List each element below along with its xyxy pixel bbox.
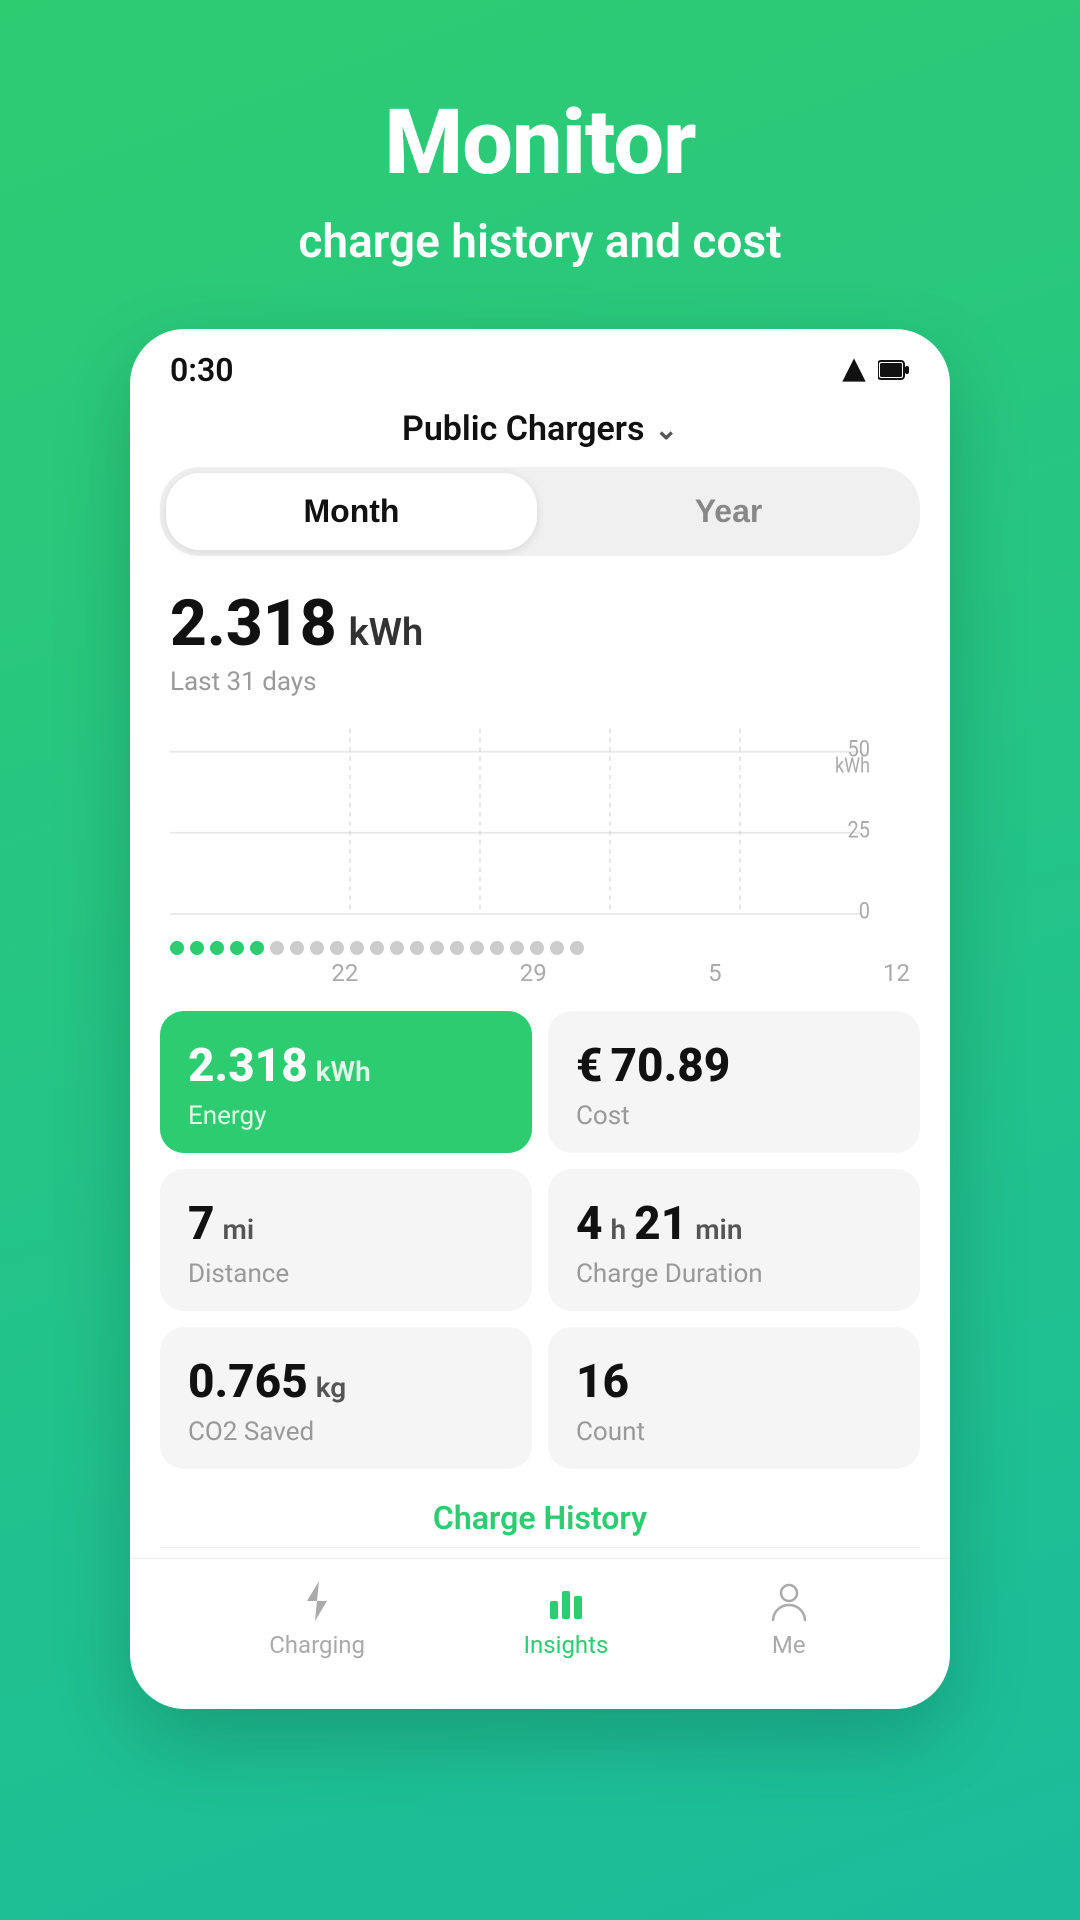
chart-x-label-5: 5 <box>708 959 722 987</box>
duration-stat-unit: h <box>611 1213 627 1246</box>
energy-stat-unit: kWh <box>316 1055 371 1088</box>
chart-x-label-12: 12 <box>883 959 910 987</box>
energy-subtitle: Last 31 days <box>170 667 910 697</box>
energy-number: 2.318 <box>170 586 337 661</box>
hero-title: Monitor <box>384 90 695 195</box>
duration-stat-label: Charge Duration <box>576 1259 892 1289</box>
dot <box>490 941 504 955</box>
co2-stat-number: 0.765 <box>188 1355 308 1409</box>
energy-value: 2.318 kWh <box>170 586 910 661</box>
dot <box>310 941 324 955</box>
duration-stat-unit2: min <box>695 1213 742 1246</box>
count-stat-label: Count <box>576 1417 892 1447</box>
dot <box>190 941 204 955</box>
status-bar: 0:30 <box>130 329 950 399</box>
nav-label-me: Me <box>772 1631 806 1659</box>
dot <box>170 941 184 955</box>
svg-text:0: 0 <box>859 898 870 925</box>
dot <box>550 941 564 955</box>
energy-unit: kWh <box>349 611 424 655</box>
co2-stat-unit: kg <box>316 1371 346 1404</box>
bottom-nav: Charging Insights Me <box>130 1558 950 1689</box>
charger-selector[interactable]: Public Chargers ⌄ <box>130 399 950 467</box>
person-icon <box>767 1579 811 1623</box>
chevron-down-icon: ⌄ <box>655 413 678 446</box>
co2-stat-label: CO2 Saved <box>188 1417 504 1447</box>
charger-label: Public Chargers <box>402 409 645 449</box>
svg-text:25: 25 <box>848 817 870 844</box>
dot <box>470 941 484 955</box>
distance-stat-number: 7 <box>188 1197 215 1251</box>
status-time: 0:30 <box>170 351 234 389</box>
chart-x-label-22: 22 <box>331 959 358 987</box>
energy-stat-label: Energy <box>188 1101 504 1131</box>
dot <box>450 941 464 955</box>
stat-value-row: € 70.89 <box>576 1039 892 1093</box>
dot <box>370 941 384 955</box>
stat-card-cost[interactable]: € 70.89 Cost <box>548 1011 920 1153</box>
chart-area: 50 kWh 25 0 <box>170 717 910 937</box>
dot <box>390 941 404 955</box>
count-stat-number: 16 <box>576 1355 629 1409</box>
dot <box>270 941 284 955</box>
stat-value-row: 4 h 21 min <box>576 1197 892 1251</box>
cost-stat-number: 70.89 <box>611 1039 731 1093</box>
chart-x-labels: 22 29 5 12 <box>130 955 950 987</box>
chart-dots-row <box>130 941 950 955</box>
stat-card-count[interactable]: 16 Count <box>548 1327 920 1469</box>
tab-month[interactable]: Month <box>166 473 537 550</box>
nav-label-charging: Charging <box>269 1631 365 1659</box>
bolt-icon <box>295 1579 339 1623</box>
battery-icon <box>878 356 910 384</box>
dot <box>290 941 304 955</box>
chart-x-label-29: 29 <box>520 959 547 987</box>
energy-section: 2.318 kWh Last 31 days <box>130 556 950 697</box>
duration-stat-number2: 21 <box>634 1197 687 1251</box>
stat-card-energy[interactable]: 2.318 kWh Energy <box>160 1011 532 1153</box>
dot <box>250 941 264 955</box>
cost-stat-label: Cost <box>576 1101 892 1131</box>
stat-value-row: 16 <box>576 1355 892 1409</box>
stat-card-duration[interactable]: 4 h 21 min Charge Duration <box>548 1169 920 1311</box>
nav-item-insights[interactable]: Insights <box>523 1579 608 1659</box>
dot <box>570 941 584 955</box>
dot <box>530 941 544 955</box>
tab-row: Month Year <box>160 467 920 556</box>
bar-chart-icon <box>544 1579 588 1623</box>
cost-stat-prefix: € <box>576 1039 603 1093</box>
status-icons <box>840 356 910 384</box>
stat-value-row: 2.318 kWh <box>188 1039 504 1093</box>
energy-stat-number: 2.318 <box>188 1039 308 1093</box>
stats-grid: 2.318 kWh Energy € 70.89 Cost 7 mi Dista… <box>160 1011 920 1469</box>
dot <box>410 941 424 955</box>
dot <box>230 941 244 955</box>
distance-stat-unit: mi <box>223 1213 255 1246</box>
nav-item-charging[interactable]: Charging <box>269 1579 365 1659</box>
stat-card-co2[interactable]: 0.765 kg CO2 Saved <box>160 1327 532 1469</box>
stat-card-distance[interactable]: 7 mi Distance <box>160 1169 532 1311</box>
distance-stat-label: Distance <box>188 1259 504 1289</box>
nav-label-insights: Insights <box>523 1631 608 1659</box>
tab-year[interactable]: Year <box>543 473 914 550</box>
signal-icon <box>840 356 868 384</box>
stat-value-row: 0.765 kg <box>188 1355 504 1409</box>
dot <box>210 941 224 955</box>
hero-subtitle: charge history and cost <box>298 215 781 269</box>
dot <box>350 941 364 955</box>
divider <box>160 1547 920 1548</box>
duration-stat-number: 4 <box>576 1197 603 1251</box>
chart-svg: 50 kWh 25 0 <box>170 717 910 937</box>
phone-card: 0:30 Public Chargers ⌄ Month Year 2.318 … <box>130 329 950 1709</box>
stat-value-row: 7 mi <box>188 1197 504 1251</box>
svg-text:kWh: kWh <box>835 753 870 778</box>
dot <box>330 941 344 955</box>
dot <box>510 941 524 955</box>
dot <box>430 941 444 955</box>
nav-item-me[interactable]: Me <box>767 1579 811 1659</box>
charge-history-button[interactable]: Charge History <box>130 1469 950 1547</box>
